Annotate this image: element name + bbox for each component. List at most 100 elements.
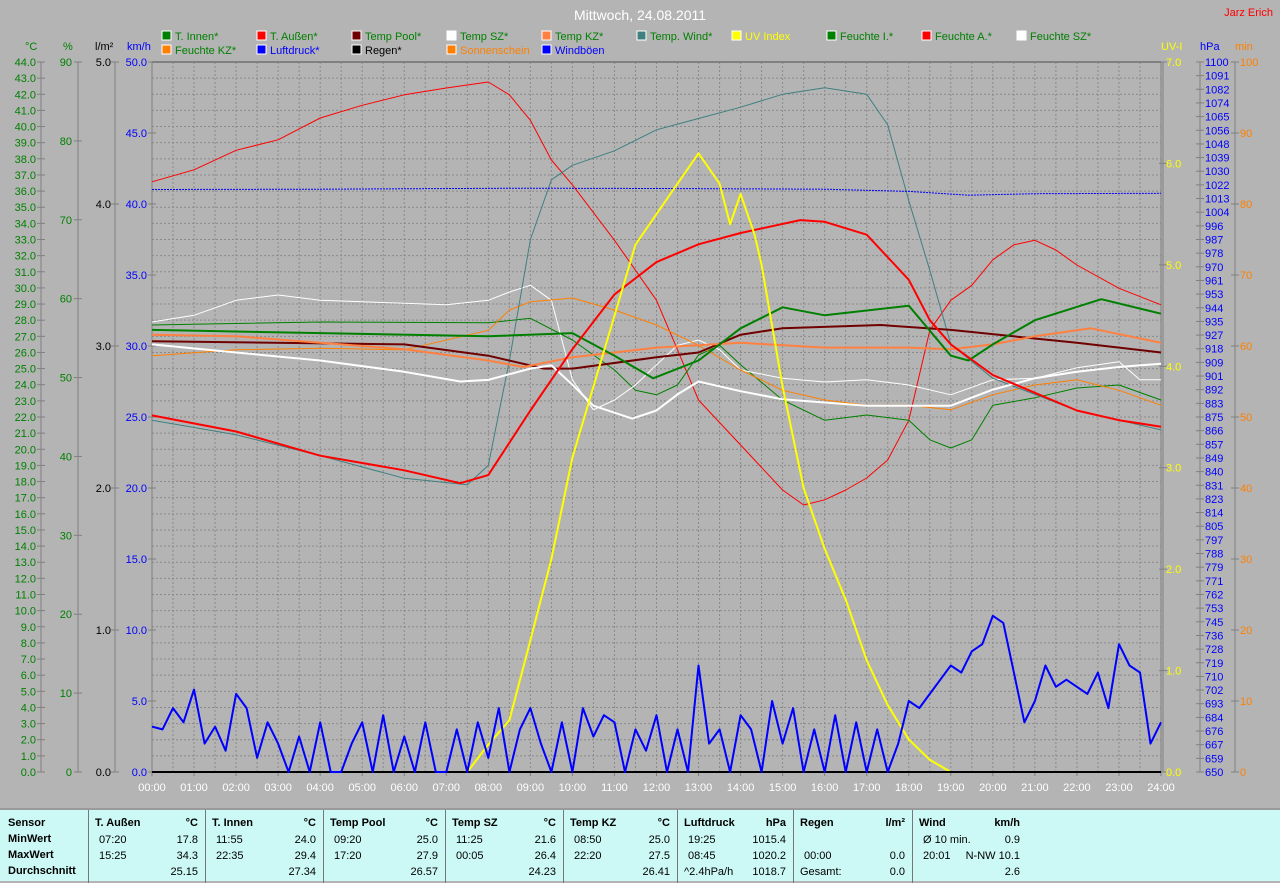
axis-tick-label-hpa: 857 <box>1205 439 1223 451</box>
axis-tick-label-temp: 17.0 <box>15 493 36 505</box>
axis-tick-label-temp: 44.0 <box>15 57 36 69</box>
axis-tick-label-hpa: 953 <box>1205 289 1223 301</box>
x-tick-label: 14:00 <box>727 782 755 794</box>
legend: T. Innen* T. Außen* Temp Pool* Temp SZ* Temp… <box>161 30 1092 57</box>
axis-tick-label-temp: 30.0 <box>15 283 36 295</box>
axis-tick-label-temp: 13.0 <box>15 557 36 569</box>
axis-tick-label-hpa: 771 <box>1205 576 1223 588</box>
axis-tick-label-hpa: 736 <box>1205 630 1223 642</box>
axis-tick-label-hpa: 1074 <box>1205 98 1229 110</box>
legend-label: Feuchte I.* <box>840 31 894 43</box>
axis-tick-label-min: 50 <box>1240 412 1252 424</box>
axis-tick-label-temp: 24.0 <box>15 380 36 392</box>
x-tick-label: 05:00 <box>348 782 376 794</box>
axis-tick-label-temp: 19.0 <box>15 460 36 472</box>
axis-tick-label-hpa: 996 <box>1205 221 1223 233</box>
axis-unit-min: min <box>1235 41 1253 53</box>
min-value: 24.0 <box>294 834 316 846</box>
legend-swatch <box>256 30 267 41</box>
axis-tick-label-hpa: 901 <box>1205 371 1223 383</box>
axis-tick-label-min: 20 <box>1240 625 1252 637</box>
axis-tick-label-wind: 40.0 <box>126 199 147 211</box>
legend-swatch <box>161 44 172 55</box>
axis-tick-label-rain: 2.0 <box>96 483 111 495</box>
axis-tick-label-temp: 21.0 <box>15 428 36 440</box>
legend-swatch <box>351 30 362 41</box>
x-tick-label: 10:00 <box>559 782 587 794</box>
axis-tick-label-uv: 6.0 <box>1166 158 1181 170</box>
legend-label: Regen* <box>365 45 402 57</box>
axis-tick-label-hpa: 892 <box>1205 385 1223 397</box>
x-tick-label: 18:00 <box>895 782 923 794</box>
axis-tick-label-temp: 20.0 <box>15 444 36 456</box>
axis-tick-label-hpa: 875 <box>1205 412 1223 424</box>
axis-tick-label-temp: 11.0 <box>15 590 36 602</box>
axis-tick-label-hpa: 909 <box>1205 357 1223 369</box>
axis-tick-label-hpa: 779 <box>1205 562 1223 574</box>
axis-tick-label-hum: 70 <box>60 215 72 227</box>
x-tick-label: 21:00 <box>1021 782 1049 794</box>
row-label: MinWert <box>8 833 52 845</box>
x-tick-label: 23:00 <box>1105 782 1133 794</box>
axis-tick-label-temp: 28.0 <box>15 315 36 327</box>
axis-tick-label-hpa: 823 <box>1205 494 1223 506</box>
column-unit: °C <box>185 817 198 829</box>
axis-tick-label-temp: 23.0 <box>15 396 36 408</box>
axis-tick-label-temp: 39.0 <box>15 138 36 150</box>
avg-value: 26.41 <box>642 866 670 878</box>
x-tick-label: 01:00 <box>180 782 208 794</box>
axis-tick-label-min: 30 <box>1240 554 1252 566</box>
max-value: N-NW 10.1 <box>965 850 1020 862</box>
legend-swatch <box>636 30 647 41</box>
axis-tick-label-temp: 41.0 <box>15 105 36 117</box>
axis-tick-label-hpa: 987 <box>1205 235 1223 247</box>
axis-tick-label-temp: 35.0 <box>15 202 36 214</box>
legend-swatch <box>541 44 552 55</box>
axis-tick-label-hpa: 849 <box>1205 453 1223 465</box>
axis-tick-label-temp: 14.0 <box>15 541 36 553</box>
axis-tick-label-temp: 15.0 <box>15 525 36 537</box>
summary-column: T. Außen °C 07:20 17.8 15:25 34.3 25.15 <box>88 810 206 883</box>
avg-value: 24.23 <box>528 866 556 878</box>
min-value: 21.6 <box>534 834 556 846</box>
summary-column: Temp KZ °C 08:50 25.0 22:20 27.5 26.41 <box>563 810 678 883</box>
axis-tick-label-rain: 4.0 <box>96 199 111 211</box>
axis-tick-label-hpa: 1048 <box>1205 139 1229 151</box>
legend-label: UV Index <box>745 31 791 43</box>
axis-unit-hpa: hPa <box>1200 41 1220 53</box>
axis-tick-label-hpa: 1056 <box>1205 125 1229 137</box>
author-label: Jarz Erich <box>1224 7 1273 19</box>
min-value: 17.8 <box>176 834 198 846</box>
axis-tick-label-rain: 3.0 <box>96 341 111 353</box>
avg-value: 2.6 <box>1004 866 1020 878</box>
legend-label: Temp KZ* <box>555 31 604 43</box>
min-value: 25.0 <box>416 834 438 846</box>
min-value: 0.9 <box>1004 834 1020 846</box>
x-tick-label: 04:00 <box>306 782 334 794</box>
axis-tick-label-hum: 90 <box>60 57 72 69</box>
axis-tick-label-hum: 60 <box>60 294 72 306</box>
avg-value: 1018.7 <box>752 866 786 878</box>
column-unit: °C <box>425 817 438 829</box>
axis-tick-label-hpa: 805 <box>1205 521 1223 533</box>
axis-tick-label-hpa: 1013 <box>1205 194 1229 206</box>
axis-tick-label-temp: 37.0 <box>15 170 36 182</box>
axis-tick-label-temp: 26.0 <box>15 347 36 359</box>
axis-tick-label-hpa: 710 <box>1205 671 1223 683</box>
summary-column: Luftdruck hPa 19:25 1015.4 08:45 1020.2 ^2.4hP… <box>677 810 794 883</box>
axis-tick-label-hpa: 978 <box>1205 248 1223 260</box>
legend-label: Temp SZ* <box>460 31 509 43</box>
max-value: 27.9 <box>416 850 438 862</box>
axis-tick-label-temp: 38.0 <box>15 154 36 166</box>
axis-tick-label-temp: 40.0 <box>15 122 36 134</box>
axis-tick-label-wind: 25.0 <box>126 412 147 424</box>
legend-swatch <box>921 30 932 41</box>
axis-tick-label-temp: 5.0 <box>21 686 36 698</box>
legend-swatch <box>161 30 172 41</box>
axis-tick-label-hpa: 1100 <box>1205 57 1229 69</box>
axis-tick-label-hpa: 935 <box>1205 316 1223 328</box>
legend-label: Windböen <box>555 45 605 57</box>
axis-tick-label-hpa: 918 <box>1205 344 1223 356</box>
axis-tick-label-wind: 20.0 <box>126 483 147 495</box>
axis-tick-label-wind: 15.0 <box>126 554 147 566</box>
